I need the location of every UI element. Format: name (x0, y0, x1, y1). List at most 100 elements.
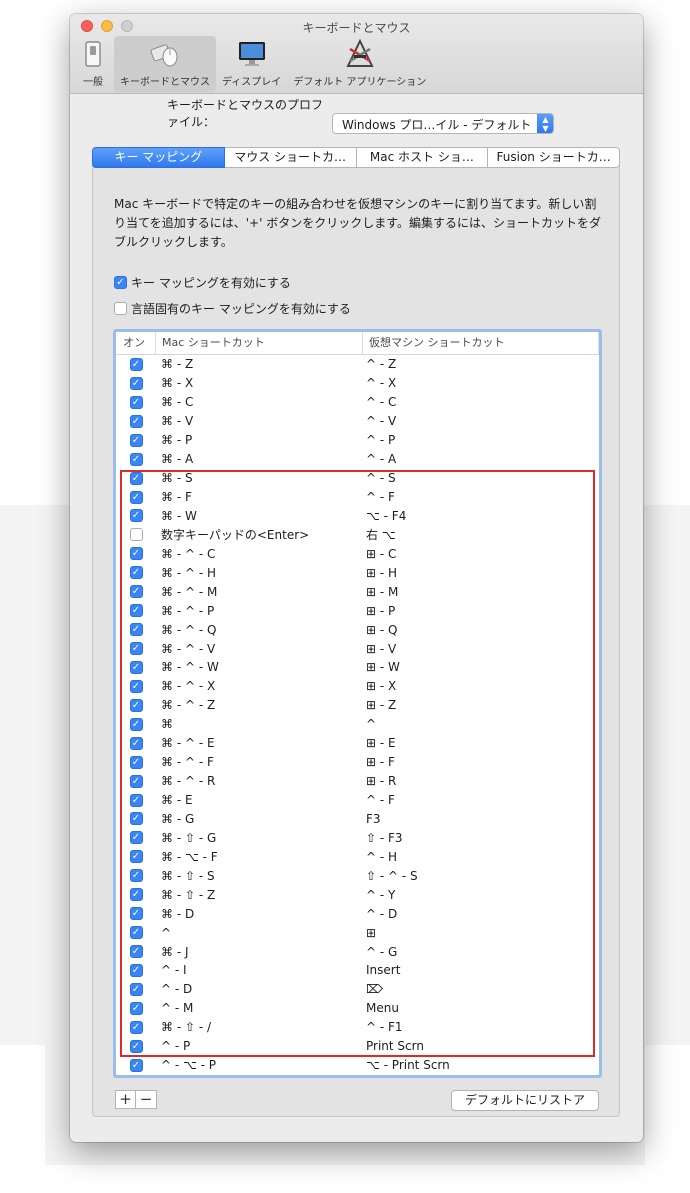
row-enabled-checkbox[interactable]: ✓ (129, 812, 143, 826)
enable-mapping-checkbox[interactable]: ✓ (114, 276, 127, 289)
header-mac-shortcut[interactable]: Mac ショートカット (156, 332, 363, 354)
row-enabled-checkbox[interactable]: ✓ (129, 963, 143, 977)
table-row[interactable]: ✓ ^ - D ⌦ (116, 980, 599, 999)
row-enabled-checkbox[interactable]: ✓ (129, 585, 143, 599)
table-row[interactable]: ✓ ^ - M Menu (116, 999, 599, 1018)
table-row[interactable]: ✓ ⌘ - ^ - E ⊞ - E (116, 734, 599, 753)
row-enabled-checkbox[interactable]: ✓ (129, 698, 143, 712)
table-row[interactable]: 数字キーパッドの<Enter> 右 ⌥ (116, 525, 599, 544)
table-row[interactable]: ✓ ⌘ - G F3 (116, 810, 599, 829)
table-row[interactable]: ✓ ⌘ - ^ - V ⊞ - V (116, 639, 599, 658)
row-enabled-checkbox[interactable]: ✓ (129, 850, 143, 864)
table-row[interactable]: ✓ ⌘ - J ^ - G (116, 942, 599, 961)
add-mapping-button[interactable]: + (115, 1090, 136, 1109)
table-row[interactable]: ✓ ⌘ - ^ - M ⊞ - M (116, 582, 599, 601)
table-row[interactable]: ✓ ⌘ - X ^ - X (116, 374, 599, 393)
row-enabled-checkbox[interactable]: ✓ (129, 869, 143, 883)
tab-mouse-shortcuts[interactable]: マウス ショートカ… (224, 147, 357, 168)
row-enabled-checkbox[interactable]: ✓ (129, 982, 143, 996)
key-mapping-table[interactable]: オン Mac ショートカット 仮想マシン ショートカット ✓ ⌘ - Z ^ - Z… (113, 329, 602, 1078)
table-row[interactable]: ✓ ⌘ - ⇧ - G ⇧ - F3 (116, 828, 599, 847)
vm-shortcut-cell: ^ - D (366, 906, 398, 921)
table-row[interactable]: ✓ ^ ⊞ (116, 923, 599, 942)
row-enabled-checkbox[interactable]: ✓ (129, 717, 143, 731)
toolbar-item-display[interactable]: ディスプレイ (216, 36, 287, 92)
vm-shortcut-cell: ⊞ - C (366, 546, 397, 561)
row-enabled-checkbox[interactable]: ✓ (129, 471, 143, 485)
row-enabled-checkbox[interactable]: ✓ (129, 357, 143, 371)
table-row[interactable]: ✓ ⌘ - ^ - Z ⊞ - Z (116, 696, 599, 715)
table-row[interactable]: ✓ ⌘ - E ^ - F (116, 791, 599, 810)
table-row[interactable]: ✓ ⌘ - ⇧ - S ⇧ - ^ - S (116, 866, 599, 885)
table-row[interactable]: ✓ ⌘ - A ^ - A (116, 450, 599, 469)
row-enabled-checkbox[interactable]: ✓ (129, 1001, 143, 1015)
row-enabled-checkbox[interactable]: ✓ (129, 660, 143, 674)
row-enabled-checkbox[interactable]: ✓ (129, 774, 143, 788)
row-enabled-checkbox[interactable]: ✓ (129, 755, 143, 769)
tab-mac-host-shortcuts[interactable]: Mac ホスト ショ… (356, 147, 489, 168)
row-on-cell: ✓ (116, 850, 156, 864)
row-enabled-checkbox[interactable]: ✓ (129, 1058, 143, 1072)
enable-language-checkbox[interactable] (114, 302, 127, 315)
row-enabled-checkbox[interactable]: ✓ (129, 1020, 143, 1034)
table-row[interactable]: ✓ ⌘ - ^ - Q ⊞ - Q (116, 620, 599, 639)
table-row[interactable]: ✓ ⌘ - C ^ - C (116, 393, 599, 412)
table-row[interactable]: ✓ ⌘ - ^ - F ⊞ - F (116, 753, 599, 772)
row-enabled-checkbox[interactable]: ✓ (129, 831, 143, 845)
row-enabled-checkbox[interactable]: ✓ (129, 395, 143, 409)
table-row[interactable]: ✓ ⌘ - W ⌥ - F4 (116, 507, 599, 526)
row-enabled-checkbox[interactable]: ✓ (129, 907, 143, 921)
row-enabled-checkbox[interactable]: ✓ (129, 926, 143, 940)
row-enabled-checkbox[interactable]: ✓ (129, 642, 143, 656)
table-row[interactable]: ✓ ⌘ ^ (116, 715, 599, 734)
table-row[interactable]: ✓ ⌘ - ^ - W ⊞ - W (116, 658, 599, 677)
header-on[interactable]: オン (116, 332, 156, 354)
header-vm-shortcut[interactable]: 仮想マシン ショートカット (363, 332, 599, 354)
enable-language-option[interactable]: 言語固有のキー マッピングを有効にする (114, 300, 351, 317)
table-row[interactable]: ✓ ^ - ⌥ - P ⌥ - Print Scrn (116, 1056, 599, 1075)
toolbar-item-default-applications[interactable]: デフォルト アプリケーション (287, 36, 432, 92)
toolbar-item-general[interactable]: 一般 (72, 36, 114, 92)
row-enabled-checkbox[interactable]: ✓ (129, 736, 143, 750)
table-row[interactable]: ✓ ⌘ - ⇧ - Z ^ - Y (116, 885, 599, 904)
table-row[interactable]: ✓ ⌘ - ⇧ - / ^ - F1 (116, 1018, 599, 1037)
row-enabled-checkbox[interactable]: ✓ (129, 793, 143, 807)
row-enabled-checkbox[interactable]: ✓ (129, 376, 143, 390)
table-row[interactable]: ✓ ^ - I Insert (116, 961, 599, 980)
row-enabled-checkbox[interactable]: ✓ (129, 509, 143, 523)
remove-mapping-button[interactable]: − (136, 1090, 157, 1109)
table-row[interactable]: ✓ ⌘ - ^ - H ⊞ - H (116, 563, 599, 582)
row-enabled-checkbox[interactable]: ✓ (129, 623, 143, 637)
table-row[interactable]: ✓ ⌘ - ^ - P ⊞ - P (116, 601, 599, 620)
table-row[interactable]: ✓ ⌘ - V ^ - V (116, 412, 599, 431)
table-row[interactable]: ✓ ⌘ - D ^ - D (116, 904, 599, 923)
row-enabled-checkbox[interactable]: ✓ (129, 414, 143, 428)
table-row[interactable]: ✓ ⌘ - F ^ - F (116, 488, 599, 507)
tab-key-mapping[interactable]: キー マッピング (92, 147, 225, 168)
table-row[interactable]: ✓ ⌘ - S ^ - S (116, 469, 599, 488)
table-row[interactable]: ✓ ⌘ - ^ - R ⊞ - R (116, 772, 599, 791)
row-enabled-checkbox[interactable]: ✓ (129, 433, 143, 447)
row-enabled-checkbox[interactable]: ✓ (129, 452, 143, 466)
table-row[interactable]: ✓ ⌘ - Z ^ - Z (116, 355, 599, 374)
row-enabled-checkbox[interactable] (129, 528, 143, 542)
restore-defaults-button[interactable]: デフォルトにリストア (451, 1090, 599, 1111)
mac-shortcut-cell: ⌘ - ^ - W (161, 660, 219, 675)
table-row[interactable]: ✓ ⌘ - ^ - C ⊞ - C (116, 544, 599, 563)
row-enabled-checkbox[interactable]: ✓ (129, 888, 143, 902)
enable-mapping-option[interactable]: ✓ キー マッピングを有効にする (114, 274, 291, 291)
row-enabled-checkbox[interactable]: ✓ (129, 547, 143, 561)
row-enabled-checkbox[interactable]: ✓ (129, 566, 143, 580)
table-row[interactable]: ✓ ⌘ - ⌥ - F ^ - H (116, 847, 599, 866)
table-row[interactable]: ✓ ⌘ - ^ - X ⊞ - X (116, 677, 599, 696)
tab-fusion-shortcuts[interactable]: Fusion ショートカ… (488, 147, 620, 168)
toolbar-item-keyboard-mouse[interactable]: キーボードとマウス (114, 36, 216, 92)
profile-popup[interactable]: Windows プロ…イル - デフォルト ▲ ▼ (332, 113, 554, 134)
table-row[interactable]: ✓ ⌘ - P ^ - P (116, 431, 599, 450)
row-enabled-checkbox[interactable]: ✓ (129, 679, 143, 693)
row-enabled-checkbox[interactable]: ✓ (129, 1039, 143, 1053)
row-enabled-checkbox[interactable]: ✓ (129, 604, 143, 618)
row-enabled-checkbox[interactable]: ✓ (129, 945, 143, 959)
row-enabled-checkbox[interactable]: ✓ (129, 490, 143, 504)
table-row[interactable]: ✓ ^ - P Print Scrn (116, 1037, 599, 1056)
